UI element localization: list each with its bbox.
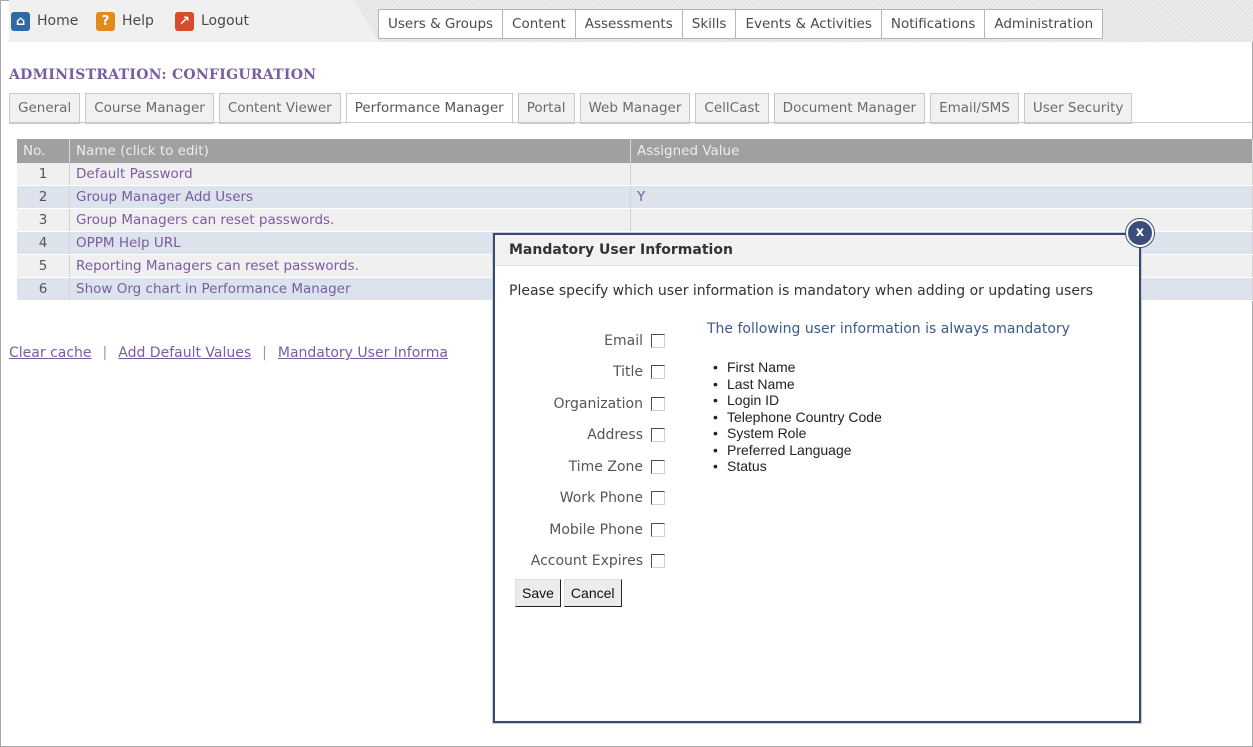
option-label: Email (604, 332, 643, 349)
home-label: Home (37, 13, 79, 29)
subtab-general[interactable]: General (9, 93, 81, 124)
option-label: Organization (553, 395, 643, 412)
list-item: Login ID (707, 392, 1070, 409)
account-expires-checkbox[interactable] (651, 554, 665, 569)
subtab-document-manager[interactable]: Document Manager (773, 93, 926, 124)
dialog-description: Please specify which user information is… (509, 283, 1094, 299)
list-item: Telephone Country Code (707, 409, 1070, 426)
mandatory-user-info-link[interactable]: Mandatory User Informa (278, 345, 448, 361)
option-organization: Organization (509, 388, 665, 420)
row-number: 2 (17, 185, 70, 209)
mandatory-user-info-dialog: Mandatory User Information Please specif… (493, 233, 1141, 723)
home-icon: ⌂ (11, 11, 30, 31)
top-navigation-bar: ⌂ Home ? Help ↗ Logout Users & Groups Co… (9, 0, 1253, 42)
tab-notifications[interactable]: Notifications (881, 9, 986, 39)
help-link[interactable]: ? Help (96, 9, 154, 33)
title-checkbox[interactable] (651, 365, 665, 380)
email-checkbox[interactable] (651, 333, 665, 348)
subtab-course-manager[interactable]: Course Manager (85, 93, 214, 124)
config-actions: Clear cache | Add Default Values | Mandatory… (9, 345, 448, 361)
close-icon[interactable]: x (1126, 219, 1154, 247)
row-number: 6 (17, 277, 70, 301)
option-label: Address (587, 427, 643, 444)
row-value (630, 208, 1253, 232)
row-number: 3 (17, 208, 70, 232)
table-row: 1 Default Password (17, 163, 1253, 186)
logout-icon: ↗ (175, 11, 194, 31)
cancel-button[interactable]: Cancel (563, 579, 622, 607)
list-item: Preferred Language (707, 442, 1070, 459)
save-button[interactable]: Save (515, 579, 561, 607)
dialog-title: Mandatory User Information (495, 235, 1139, 266)
list-item: Last Name (707, 376, 1070, 393)
logout-label: Logout (201, 13, 249, 29)
tab-events-activities[interactable]: Events & Activities (736, 9, 882, 39)
subtab-user-security[interactable]: User Security (1023, 93, 1133, 124)
option-label: Time Zone (568, 458, 643, 475)
clear-cache-link[interactable]: Clear cache (9, 345, 92, 361)
row-number: 5 (17, 254, 70, 278)
table-row: 3 Group Managers can reset passwords. (17, 208, 1253, 232)
row-name-link[interactable]: Default Password (69, 163, 631, 186)
subtab-cellcast[interactable]: CellCast (695, 93, 769, 124)
subtab-email-sms[interactable]: Email/SMS (930, 93, 1019, 124)
subtab-content-viewer[interactable]: Content Viewer (218, 93, 341, 124)
address-checkbox[interactable] (651, 428, 665, 443)
table-row: 2 Group Manager Add Users Y (17, 185, 1253, 209)
option-label: Mobile Phone (549, 521, 643, 538)
config-sub-tabs: General Course Manager Content Viewer Pe… (9, 93, 1137, 124)
logout-link[interactable]: ↗ Logout (175, 9, 249, 33)
header-name: Name (click to edit) (69, 139, 631, 163)
tab-administration[interactable]: Administration (985, 9, 1104, 39)
tab-users-groups[interactable]: Users & Groups (378, 9, 504, 39)
subtab-performance-manager[interactable]: Performance Manager (345, 93, 513, 124)
option-email: Email (509, 325, 665, 357)
organization-checkbox[interactable] (651, 396, 665, 411)
work-phone-checkbox[interactable] (651, 491, 665, 506)
subtab-portal[interactable]: Portal (517, 93, 575, 124)
option-account-expires: Account Expires (509, 546, 665, 578)
option-address: Address (509, 420, 665, 452)
optional-fields-list: Email Title Organization Address Time Zo… (509, 325, 665, 577)
add-default-values-link[interactable]: Add Default Values (118, 345, 251, 361)
always-mandatory-list: First Name Last Name Login ID Telephone … (707, 359, 1070, 475)
row-value (630, 163, 1253, 186)
always-mandatory-section: The following user information is always… (707, 321, 1070, 475)
time-zone-checkbox[interactable] (651, 459, 665, 474)
tab-content[interactable]: Content (503, 9, 576, 39)
dialog-buttons: Save Cancel (515, 579, 625, 607)
header-value: Assigned Value (630, 139, 1253, 163)
option-label: Account Expires (530, 553, 643, 570)
help-icon: ? (96, 11, 115, 31)
row-value: Y (630, 185, 1253, 209)
utility-nav-slant (329, 0, 379, 42)
header-no: No. (17, 139, 70, 163)
row-number: 1 (17, 163, 70, 186)
sub-tab-divider (9, 122, 1253, 123)
tab-assessments[interactable]: Assessments (575, 9, 683, 39)
table-header-row: No. Name (click to edit) Assigned Value (17, 139, 1253, 163)
row-number: 4 (17, 231, 70, 255)
list-item: First Name (707, 359, 1070, 376)
list-item: System Role (707, 425, 1070, 442)
row-name-link[interactable]: Group Managers can reset passwords. (69, 208, 631, 232)
option-title: Title (509, 357, 665, 389)
option-label: Title (612, 364, 643, 381)
link-separator: | (102, 345, 108, 361)
tab-skills[interactable]: Skills (682, 9, 737, 39)
option-label: Work Phone (559, 490, 643, 507)
option-mobile-phone: Mobile Phone (509, 514, 665, 546)
link-separator: | (262, 345, 267, 361)
page-title: ADMINISTRATION: CONFIGURATION (9, 67, 317, 83)
home-link[interactable]: ⌂ Home (11, 9, 78, 33)
list-item: Status (707, 458, 1070, 475)
subtab-web-manager[interactable]: Web Manager (579, 93, 691, 124)
main-tabs: Users & Groups Content Assessments Skill… (378, 9, 1104, 39)
always-mandatory-heading: The following user information is always… (707, 321, 1070, 337)
help-label: Help (122, 13, 154, 29)
mobile-phone-checkbox[interactable] (651, 522, 665, 537)
option-work-phone: Work Phone (509, 483, 665, 515)
option-time-zone: Time Zone (509, 451, 665, 483)
row-name-link[interactable]: Group Manager Add Users (69, 185, 631, 209)
